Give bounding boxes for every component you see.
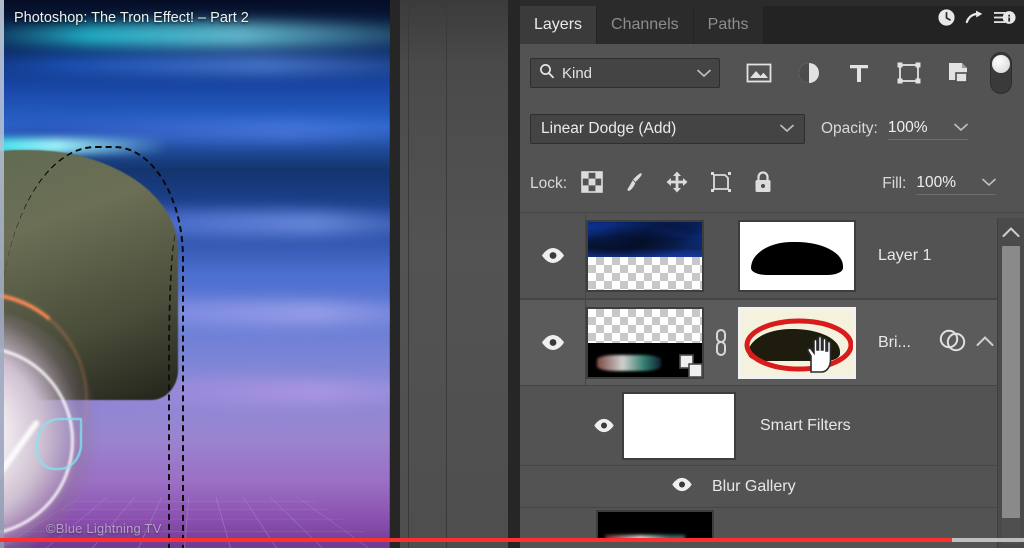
adjustment-layer-filter-icon[interactable] [784, 53, 834, 93]
panel-header-icons [937, 8, 1016, 27]
opacity-value: 100% [887, 118, 928, 136]
blend-mode-row: Linear Dodge (Add) Opacity: 100% [520, 102, 1024, 156]
layer-mask-thumbnail[interactable] [738, 306, 856, 379]
layer-visibility-toggle[interactable] [520, 213, 586, 298]
blur-gallery-visibility-toggle[interactable] [670, 477, 694, 497]
hand-cursor [806, 335, 832, 373]
layer-type-filters [734, 53, 984, 93]
layer-thumbnail[interactable] [586, 219, 704, 292]
photoshop-canvas[interactable]: Photoshop: The Tron Effect! – Part 2 ©Bl… [0, 0, 390, 548]
layer-mask-link-icon[interactable] [704, 328, 738, 358]
share-arrow-icon[interactable] [965, 8, 985, 27]
search-icon [539, 63, 555, 83]
smart-filter-item-row[interactable]: Blur Gallery [520, 466, 1024, 508]
lock-icons [581, 170, 773, 199]
history-clock-icon[interactable] [937, 8, 956, 27]
filter-kind-select[interactable]: Kind [530, 58, 720, 88]
blend-mode-value: Linear Dodge (Add) [541, 120, 677, 137]
panel-menu-info-icon[interactable] [994, 8, 1016, 27]
layer-thumbnail[interactable] [586, 306, 704, 379]
fill-value: 100% [916, 173, 956, 191]
blur-gallery-label: Blur Gallery [712, 477, 796, 495]
smart-object-badge-icon [678, 353, 704, 379]
opacity-field[interactable]: 100% [887, 118, 968, 140]
smart-filters-row[interactable]: Smart Filters [520, 386, 1024, 466]
eye-icon [541, 248, 564, 263]
chevron-down-icon [780, 120, 794, 138]
video-title: Photoshop: The Tron Effect! – Part 2 [14, 10, 249, 26]
workspace-gutter [390, 0, 520, 548]
chevron-up-icon[interactable] [998, 218, 1024, 246]
video-progress-bar[interactable] [0, 538, 1024, 542]
canvas-left-edge [0, 0, 4, 548]
progress-played [0, 538, 953, 542]
opacity-control: Opacity: 100% [821, 119, 968, 140]
lock-row: Lock: Fill: 100% [520, 156, 1024, 212]
layers-list[interactable]: Layer 1 Bri... Smart Filters Blur Galler… [520, 212, 1024, 542]
watermark-text: ©Blue Lightning TV [46, 521, 162, 536]
smart-filters-visibility-toggle[interactable] [586, 418, 622, 433]
chevron-down-icon[interactable] [953, 119, 968, 137]
smart-filters-label: Smart Filters [760, 416, 851, 434]
toggle-knob [992, 55, 1010, 73]
layer-mask-thumbnail[interactable] [738, 219, 856, 292]
scroll-track[interactable] [1002, 246, 1020, 544]
table-row[interactable]: Layer 1 [520, 212, 1024, 299]
layer-name[interactable]: Layer 1 [878, 247, 931, 265]
smart-object-filter-icon[interactable] [934, 53, 984, 93]
layer-name[interactable]: Bri... [878, 334, 911, 352]
lock-transparent-pixels-icon[interactable] [581, 170, 603, 198]
fill-label: Fill: [882, 175, 907, 192]
smart-filters-icon[interactable] [938, 328, 966, 357]
eye-icon [672, 477, 692, 491]
smart-filters-mask-thumbnail[interactable] [622, 391, 736, 460]
filter-kind-value: Kind [562, 64, 593, 82]
neon-streak [0, 56, 390, 74]
red-ellipse-highlight [744, 318, 853, 371]
layer-filter-row: Kind [520, 44, 1024, 102]
eye-icon [541, 335, 564, 350]
chevron-down-icon [697, 65, 711, 82]
blend-mode-select[interactable]: Linear Dodge (Add) [530, 114, 805, 144]
tron-car-artwork [0, 138, 188, 548]
panel-tab-bar: Layers Channels Paths [520, 0, 1024, 44]
opacity-label: Opacity: [821, 120, 878, 137]
tab-channels[interactable]: Channels [597, 6, 694, 44]
lock-artboard-nesting-icon[interactable] [709, 170, 733, 199]
mask-car-silhouette [751, 241, 843, 275]
eye-icon [594, 418, 614, 433]
lock-all-icon[interactable] [753, 170, 773, 199]
screenshot-root: Photoshop: The Tron Effect! – Part 2 ©Bl… [0, 0, 1024, 548]
tab-paths[interactable]: Paths [694, 6, 764, 44]
table-row[interactable] [520, 508, 1024, 542]
tab-layers[interactable]: Layers [520, 6, 598, 44]
selection-marching-ants [168, 232, 190, 548]
fill-field[interactable]: 100% [916, 174, 996, 195]
fill-control: Fill: 100% [882, 174, 1014, 195]
layers-panel: Layers Channels Paths Kind Linear Dodge … [520, 0, 1024, 548]
lock-label: Lock: [530, 175, 568, 192]
cyan-neon-accent [36, 418, 82, 470]
type-layer-filter-icon[interactable] [834, 53, 884, 93]
chevron-down-icon[interactable] [982, 174, 996, 192]
layers-scrollbar[interactable] [997, 218, 1024, 548]
shape-layer-filter-icon[interactable] [884, 53, 934, 93]
collapse-chevron-icon[interactable] [976, 334, 994, 352]
pixel-layer-filter-icon[interactable] [734, 53, 784, 93]
layer-visibility-toggle[interactable] [520, 300, 586, 385]
table-row[interactable]: Bri... [520, 299, 1024, 386]
lock-position-icon[interactable] [665, 170, 689, 199]
layers-scroll-thumb[interactable] [1002, 246, 1020, 518]
filter-enable-toggle[interactable] [990, 52, 1012, 94]
lock-image-pixels-icon[interactable] [623, 171, 645, 198]
